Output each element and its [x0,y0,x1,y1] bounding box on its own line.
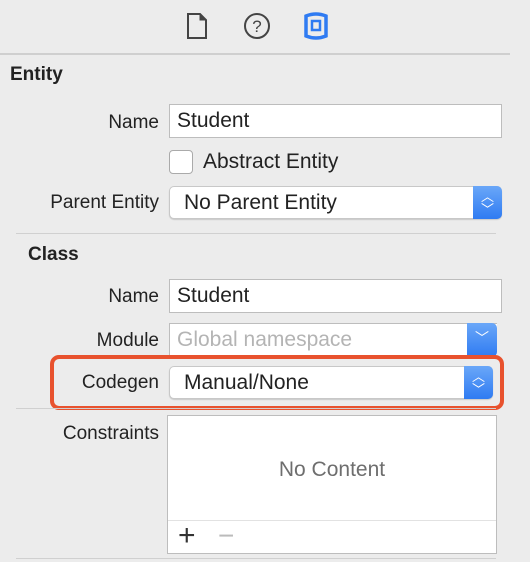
no-content-text: No Content [278,458,386,481]
divider [16,233,496,234]
chevron-down-icon[interactable]: ﹀ [467,323,497,357]
entity-heading: Entity [10,64,63,85]
codegen-value: Manual/None [184,371,309,394]
up-down-chevron-icon: ︿ ﹀ [473,186,502,219]
add-constraint-button[interactable]: + [178,520,196,552]
parent-entity-popup[interactable]: No Parent Entity ︿ ﹀ [169,186,502,219]
parent-entity-label: Parent Entity [50,192,159,213]
codegen-popup[interactable]: Manual/None ︿ ﹀ [169,366,493,399]
codegen-label: Codegen [81,372,159,393]
file-icon[interactable] [186,13,208,39]
up-down-chevron-icon: ︿ ﹀ [464,366,493,399]
abstract-entity-checkbox[interactable] [169,150,193,174]
inspector-toolbar: ? [0,0,510,55]
data-model-inspector-icon[interactable] [302,11,330,41]
abstract-entity-label: Abstract Entity [203,150,339,173]
help-icon[interactable]: ? [243,12,271,40]
class-name-field[interactable]: Student [169,279,502,313]
class-name-label: Name [108,286,159,307]
entity-name-label: Name [108,112,159,133]
class-heading: Class [28,244,79,265]
parent-entity-value: No Parent Entity [184,191,337,214]
constraints-label: Constraints [62,423,159,444]
divider [16,558,496,559]
module-label: Module [96,330,159,351]
entity-name-field[interactable]: Student [169,104,502,138]
constraints-list[interactable]: No Content + − [167,415,497,554]
module-placeholder: Global namespace [177,328,353,351]
module-field[interactable]: Global namespace ﹀ [169,323,497,357]
remove-constraint-button[interactable]: − [218,520,234,552]
divider [16,408,496,409]
svg-text:?: ? [252,17,261,36]
